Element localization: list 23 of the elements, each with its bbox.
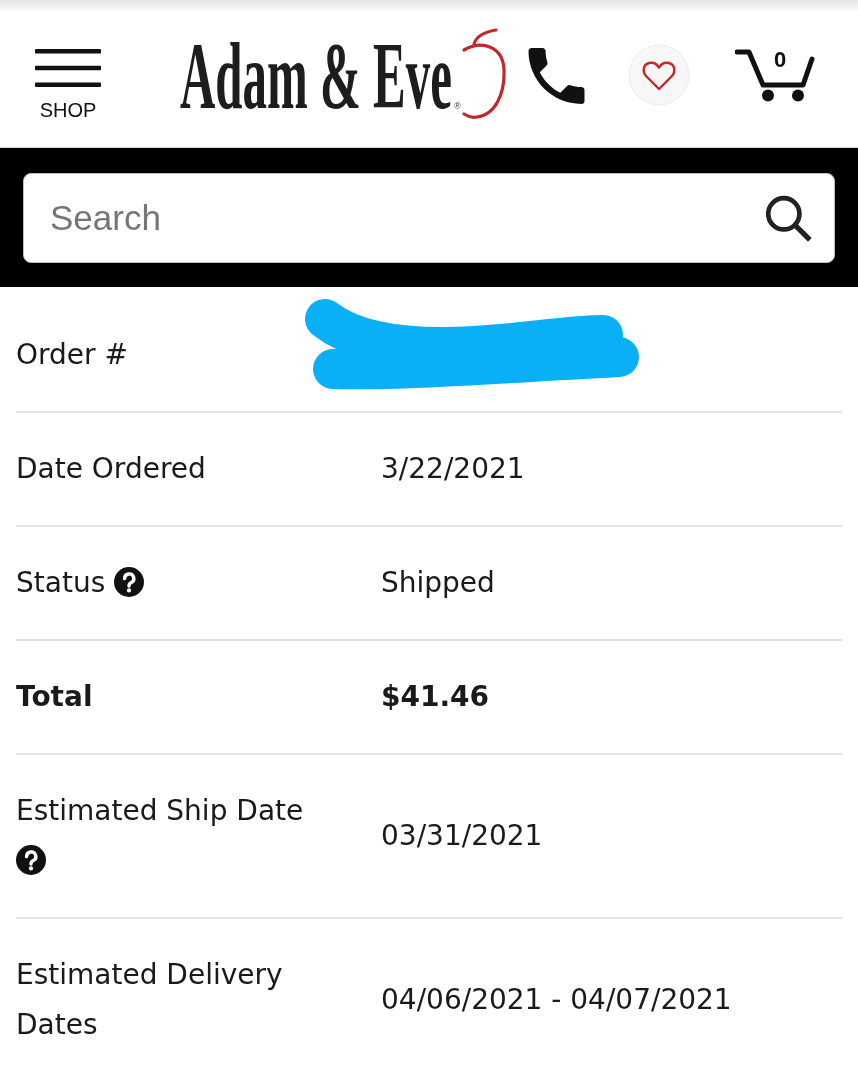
row-value: 3/22/2021: [381, 452, 525, 485]
search-bar[interactable]: Search: [23, 173, 835, 263]
help-icon[interactable]: [114, 567, 145, 597]
row-label: Estimated Ship Date: [16, 794, 304, 827]
menu-button[interactable]: SHOP: [35, 48, 101, 120]
row-value: 03/31/2021: [381, 819, 543, 852]
phone-icon[interactable]: [528, 48, 585, 104]
row-value: Shipped: [381, 566, 495, 599]
logo-text[interactable]: Adam & Eve: [180, 28, 452, 124]
registered-mark: ®: [454, 102, 461, 111]
row-label: Estimated Delivery Dates: [16, 958, 283, 1041]
cart-count: 0: [774, 49, 787, 71]
row-label: Status: [16, 566, 106, 599]
row-label: Date Ordered: [16, 452, 206, 485]
cart-button[interactable]: 0: [735, 45, 815, 103]
logo-swoosh-icon: [462, 28, 506, 120]
row-label: Order #: [16, 338, 128, 371]
row-value: 04/06/2021 - 04/07/2021: [381, 983, 732, 1016]
search-icon[interactable]: [763, 193, 813, 243]
row-value: $41.46: [381, 680, 490, 713]
help-icon[interactable]: [16, 845, 46, 875]
menu-icon: [35, 48, 101, 88]
row-label: Total: [16, 680, 93, 713]
